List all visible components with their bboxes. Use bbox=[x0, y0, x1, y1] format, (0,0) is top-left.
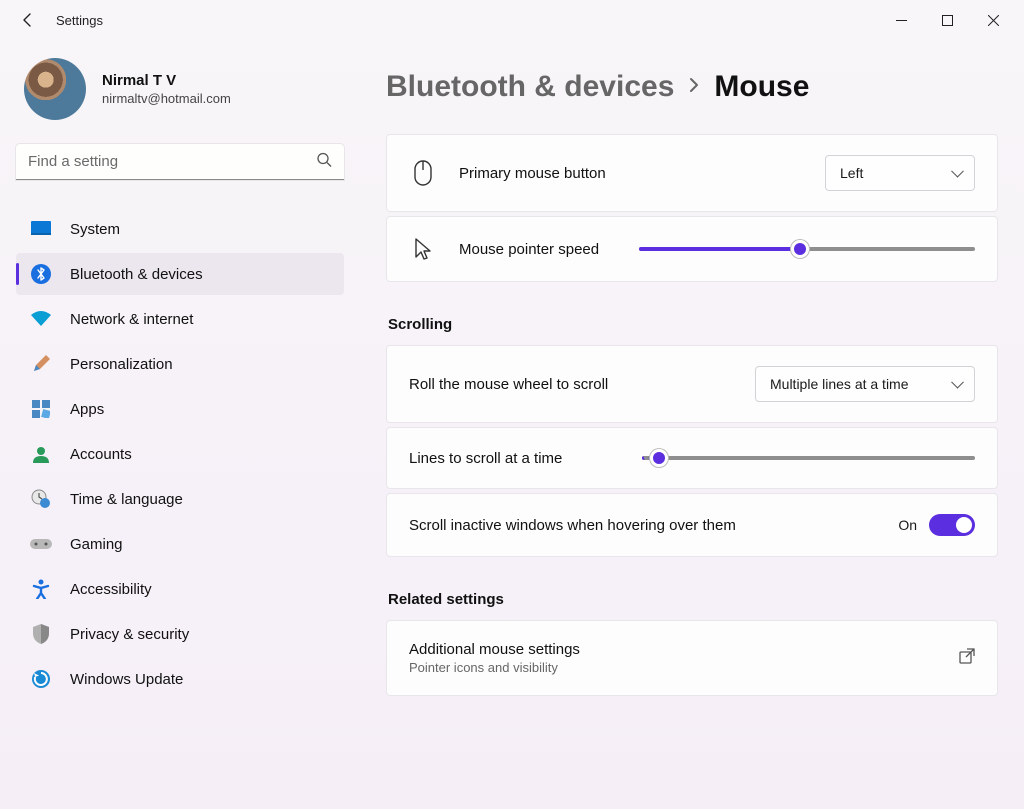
system-icon bbox=[30, 218, 52, 240]
arrow-left-icon bbox=[20, 12, 36, 28]
nav-item-windows-update[interactable]: Windows Update bbox=[16, 658, 344, 700]
shield-icon bbox=[30, 623, 52, 645]
nav-item-system[interactable]: System bbox=[16, 208, 344, 250]
scroll-inactive-label: Scroll inactive windows when hovering ov… bbox=[409, 517, 736, 534]
nav-item-accessibility[interactable]: Accessibility bbox=[16, 568, 344, 610]
minimize-button[interactable] bbox=[878, 0, 924, 40]
additional-settings-label: Additional mouse settings bbox=[409, 641, 580, 658]
nav-item-bluetooth-devices[interactable]: Bluetooth & devices bbox=[16, 253, 344, 295]
avatar bbox=[24, 58, 86, 120]
profile-block[interactable]: Nirmal T V nirmaltv@hotmail.com bbox=[16, 58, 344, 120]
scrolling-heading: Scrolling bbox=[388, 316, 998, 333]
wifi-icon bbox=[30, 308, 52, 330]
chevron-right-icon bbox=[688, 76, 700, 99]
profile-email: nirmaltv@hotmail.com bbox=[102, 91, 231, 106]
nav-item-time-language[interactable]: Time & language bbox=[16, 478, 344, 520]
nav-label: System bbox=[70, 221, 120, 238]
profile-name: Nirmal T V bbox=[102, 72, 231, 89]
additional-settings-sub: Pointer icons and visibility bbox=[409, 660, 580, 675]
nav-label: Apps bbox=[70, 401, 104, 418]
lines-to-scroll-slider[interactable] bbox=[642, 448, 975, 468]
nav-label: Personalization bbox=[70, 356, 173, 373]
nav-label: Windows Update bbox=[70, 671, 183, 688]
nav-item-accounts[interactable]: Accounts bbox=[16, 433, 344, 475]
card-scroll-inactive: Scroll inactive windows when hovering ov… bbox=[386, 493, 998, 557]
bluetooth-icon bbox=[30, 263, 52, 285]
maximize-icon bbox=[942, 15, 953, 26]
pointer-speed-label: Mouse pointer speed bbox=[459, 241, 599, 258]
slider-thumb[interactable] bbox=[791, 240, 809, 258]
breadcrumb-parent[interactable]: Bluetooth & devices bbox=[386, 70, 674, 104]
nav-item-apps[interactable]: Apps bbox=[16, 388, 344, 430]
nav-label: Privacy & security bbox=[70, 626, 189, 643]
primary-button-value: Left bbox=[840, 165, 863, 181]
nav-item-gaming[interactable]: Gaming bbox=[16, 523, 344, 565]
update-icon bbox=[30, 668, 52, 690]
nav-label: Time & language bbox=[70, 491, 183, 508]
search-input[interactable] bbox=[16, 144, 344, 180]
roll-wheel-dropdown[interactable]: Multiple lines at a time bbox=[755, 366, 975, 402]
primary-button-dropdown[interactable]: Left bbox=[825, 155, 975, 191]
person-icon bbox=[30, 443, 52, 465]
pointer-speed-slider[interactable] bbox=[639, 239, 975, 259]
maximize-button[interactable] bbox=[924, 0, 970, 40]
cursor-icon bbox=[409, 237, 437, 261]
nav-item-personalization[interactable]: Personalization bbox=[16, 343, 344, 385]
card-roll-wheel: Roll the mouse wheel to scroll Multiple … bbox=[386, 345, 998, 423]
nav-label: Network & internet bbox=[70, 311, 193, 328]
nav-list: System Bluetooth & devices Network & int… bbox=[16, 208, 344, 700]
mouse-icon bbox=[409, 160, 437, 186]
accessibility-icon bbox=[30, 578, 52, 600]
open-external-icon bbox=[959, 648, 975, 669]
scroll-inactive-state: On bbox=[898, 517, 917, 533]
clock-globe-icon bbox=[30, 488, 52, 510]
primary-button-label: Primary mouse button bbox=[459, 165, 606, 182]
apps-icon bbox=[30, 398, 52, 420]
nav-item-network[interactable]: Network & internet bbox=[16, 298, 344, 340]
roll-wheel-label: Roll the mouse wheel to scroll bbox=[409, 376, 608, 393]
main-content: Bluetooth & devices Mouse Primary mouse … bbox=[360, 40, 1024, 809]
search-icon bbox=[316, 152, 332, 173]
minimize-icon bbox=[896, 15, 907, 26]
app-title: Settings bbox=[56, 13, 103, 28]
lines-to-scroll-label: Lines to scroll at a time bbox=[409, 450, 562, 467]
close-button[interactable] bbox=[970, 0, 1016, 40]
nav-item-privacy-security[interactable]: Privacy & security bbox=[16, 613, 344, 655]
nav-label: Accessibility bbox=[70, 581, 152, 598]
sidebar: Nirmal T V nirmaltv@hotmail.com System B… bbox=[0, 40, 360, 809]
slider-thumb[interactable] bbox=[650, 449, 668, 467]
breadcrumb: Bluetooth & devices Mouse bbox=[386, 70, 998, 104]
breadcrumb-current: Mouse bbox=[714, 70, 809, 104]
related-settings-heading: Related settings bbox=[388, 591, 998, 608]
card-pointer-speed: Mouse pointer speed bbox=[386, 216, 998, 282]
card-lines-to-scroll: Lines to scroll at a time bbox=[386, 427, 998, 489]
roll-wheel-value: Multiple lines at a time bbox=[770, 376, 909, 392]
card-primary-button: Primary mouse button Left bbox=[386, 134, 998, 212]
nav-label: Accounts bbox=[70, 446, 132, 463]
paint-icon bbox=[30, 353, 52, 375]
scroll-inactive-toggle[interactable] bbox=[929, 514, 975, 536]
nav-label: Gaming bbox=[70, 536, 123, 553]
card-additional-mouse-settings[interactable]: Additional mouse settings Pointer icons … bbox=[386, 620, 998, 696]
gamepad-icon bbox=[30, 533, 52, 555]
back-button[interactable] bbox=[8, 0, 48, 40]
close-icon bbox=[988, 15, 999, 26]
nav-label: Bluetooth & devices bbox=[70, 266, 203, 283]
